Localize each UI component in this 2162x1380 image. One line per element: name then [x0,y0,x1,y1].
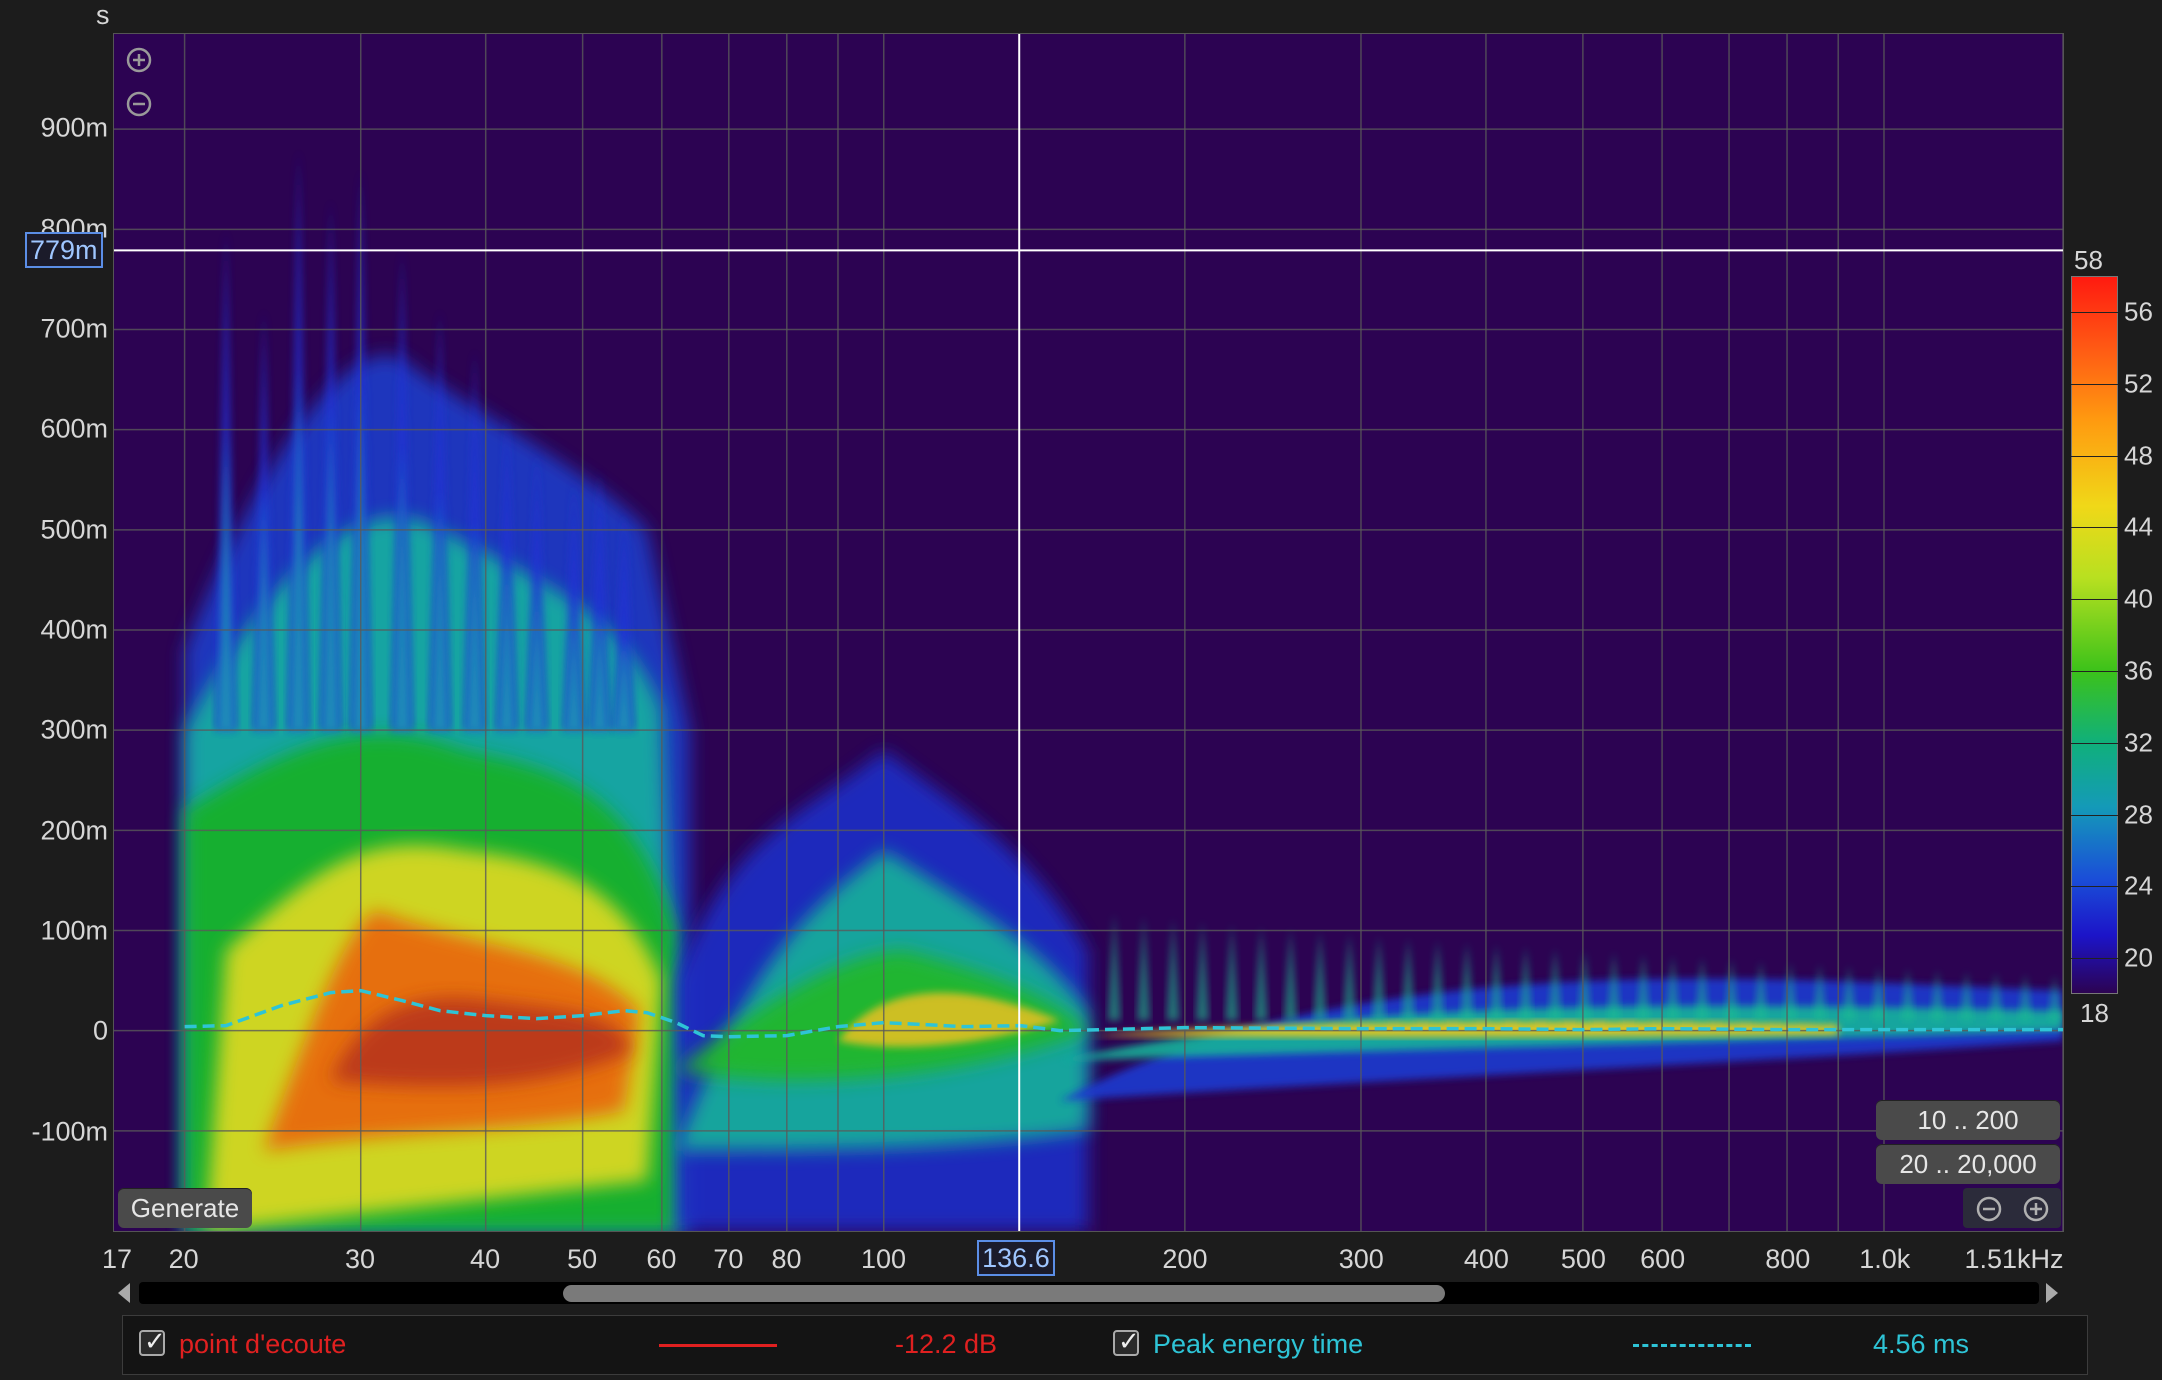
x-tick-label: 70 [713,1244,744,1274]
series-1-swatch [659,1344,777,1347]
x-tick-label: 800 [1765,1244,1811,1274]
x-zoom-out-icon[interactable] [1974,1194,2004,1224]
check-icon: ✓ [144,1326,166,1356]
heat-region [1137,915,1151,1021]
colorbar-min-label: 18 [2080,998,2109,1028]
spectrogram-plot[interactable] [113,33,2064,1232]
y-tick-label: 300m [40,714,108,745]
y-tick-label: 200m [40,815,108,846]
series-2-value: 4.56 ms [1873,1329,1970,1359]
legend-bar: ✓ point d'ecoute -12.2 dB ✓ Peak energy … [122,1315,2088,1375]
colorbar-max-label: 58 [2074,245,2103,275]
colorbar-tick-mark [2071,886,2118,888]
colorbar-tick-mark [2071,455,2118,457]
heat-region [1460,942,1474,1021]
x-tick-label: 20 [168,1244,199,1274]
x-tick-label: 80 [771,1244,802,1274]
colorbar-tick-mark [2071,599,2118,601]
check-icon: ✓ [1118,1326,1140,1356]
colorbar-tick-label: 28 [2124,799,2153,829]
series-1-value: -12.2 dB [895,1329,998,1359]
y-tick-label: 400m [40,614,108,645]
colorbar-tick-label: 24 [2124,870,2153,901]
x-tick-label: 60 [646,1244,677,1274]
x-tick-label: 40 [470,1244,501,1274]
colorbar-tick-label: 48 [2124,440,2153,470]
colorbar-tick-mark [2071,383,2118,385]
x-tick-label: 17 [101,1244,133,1274]
time-range-button[interactable]: 10 .. 200 [1876,1100,2060,1140]
heat-region [1225,923,1239,1021]
frequency-range-button[interactable]: 20 .. 20,000 [1876,1144,2060,1184]
colorbar-tick-mark [2071,958,2118,960]
y-tick-label: 0 [92,1015,108,1046]
heat-region [1401,937,1415,1021]
x-tick-label: 50 [567,1244,598,1274]
cursor-y-readout: 779m [25,231,103,268]
cursor-x-readout: 136.6 [977,1240,1055,1276]
x-tick-label: 30 [344,1244,376,1274]
generate-button[interactable]: Generate [118,1188,252,1228]
heat-region [1107,913,1121,1021]
series-2-name: Peak energy time [1153,1329,1364,1359]
y-tick-label: 900m [40,112,108,143]
spectrogram-svg[interactable] [114,34,2063,1231]
series-1-checkbox[interactable]: ✓ [139,1326,166,1356]
x-tick-label: 300 [1338,1244,1384,1274]
heat-region [1254,926,1268,1021]
y-tick-label: -100m [31,1116,108,1147]
x-tick-label: 600 [1640,1244,1686,1274]
heat-region [1489,944,1503,1021]
colorbar-tick-label: 40 [2124,583,2153,614]
y-tick-label: 700m [40,313,108,344]
scroll-left-arrow[interactable] [118,1283,130,1303]
y-tick-label: 100m [40,915,108,946]
colorbar-tick-mark [2071,814,2118,816]
series-1-name: point d'ecoute [179,1329,347,1359]
heat-region [1166,918,1180,1021]
x-tick-label: 1.0k [1859,1244,1911,1274]
heat-region [1372,935,1386,1021]
spectrogram-heat-layer [184,149,2063,1231]
series-2-swatch [1633,1344,1751,1347]
heat-region [1342,933,1356,1021]
colorbar-tick-mark [2071,311,2118,313]
heat-region [1195,921,1209,1021]
y-axis-unit: s [96,0,110,30]
x-tick-label: 500 [1560,1244,1606,1274]
horizontal-scrollbar-thumb[interactable] [563,1285,1445,1302]
series-2-checkbox[interactable]: ✓ [1113,1326,1140,1356]
colorbar-tick-label: 20 [2124,942,2153,973]
y-tick-label: 600m [40,413,108,444]
x-tick-label: 1.51kHz [1964,1244,2064,1274]
colorbar-tick-label: 52 [2124,368,2153,399]
y-tick-label: 500m [40,514,108,545]
colorbar-tick-label: 32 [2124,727,2153,758]
x-tick-label: 400 [1463,1244,1509,1274]
colorbar-tick-mark [2071,742,2118,744]
colorbar-tick-label: 36 [2124,655,2153,686]
colorbar-tick-label: 56 [2124,296,2153,327]
colorbar-tick-mark [2071,670,2118,672]
colorbar-tick-label: 44 [2124,511,2153,542]
zoom-out-icon[interactable] [124,89,154,119]
heat-region [1430,939,1445,1021]
heat-region [1283,928,1298,1021]
x-tick-label: 100 [860,1244,907,1274]
colorbar-tick-mark [2071,527,2118,529]
scroll-right-arrow[interactable] [2046,1283,2058,1303]
zoom-in-icon[interactable] [124,45,154,75]
x-zoom-in-icon[interactable] [2021,1194,2051,1224]
x-tick-label: 200 [1162,1244,1208,1274]
heat-region [1519,946,1533,1021]
heat-region [1313,931,1327,1021]
